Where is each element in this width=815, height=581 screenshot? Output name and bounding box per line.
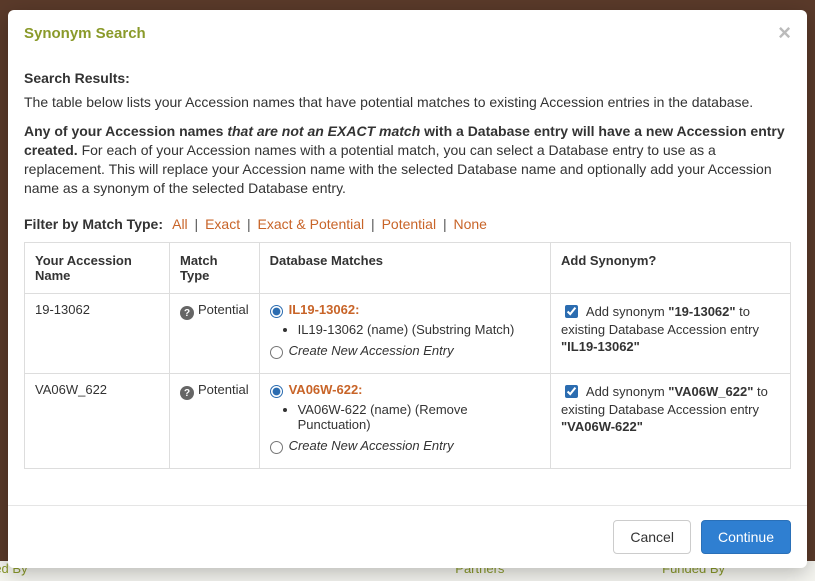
match-type-cell: ? Potential [170,373,260,468]
syn-db-name: "VA06W-622" [561,419,643,434]
filter-by-match-type: Filter by Match Type: All | Exact | Exac… [24,216,791,232]
col-your-accession-name: Your Accession Name [25,242,170,293]
col-match-type: Match Type [170,242,260,293]
match-detail-item: IL19-13062 (name) (Substring Match) [298,322,540,337]
table-row: 19-13062 ? Potential IL19-13062: IL19-130… [25,293,791,373]
syn-prefix: Add synonym [586,304,668,319]
add-synonym-cell: Add synonym "VA06W_622" to existing Data… [551,373,791,468]
filter-option-all[interactable]: All [172,216,188,232]
database-matches-cell: IL19-13062: IL19-13062 (name) (Substring… [259,293,550,373]
filter-option-exact[interactable]: Exact [205,216,240,232]
match-type-cell: ? Potential [170,293,260,373]
warning-emphasis: that are not an EXACT match [227,123,420,139]
close-icon[interactable]: × [778,22,791,44]
create-new-radio[interactable] [270,346,283,359]
question-icon: ? [180,306,194,320]
search-results-heading: Search Results: [24,70,791,86]
filter-option-potential[interactable]: Potential [382,216,436,232]
modal-title: Synonym Search [24,25,146,42]
match-detail-item: VA06W-622 (name) (Remove Punctuation) [298,402,540,432]
add-synonym-cell: Add synonym "19-13062" to existing Datab… [551,293,791,373]
cancel-button[interactable]: Cancel [613,520,691,554]
modal-header: Synonym Search × [8,10,807,54]
match-detail-list: VA06W-622 (name) (Remove Punctuation) [270,402,540,432]
match-detail-list: IL19-13062 (name) (Substring Match) [270,322,540,337]
create-new-label: Create New Accession Entry [289,438,454,453]
filter-option-none[interactable]: None [453,216,486,232]
match-type-text: Potential [198,302,249,317]
syn-your-name: "VA06W_622" [668,384,753,399]
match-type-text: Potential [198,382,249,397]
question-icon: ? [180,386,194,400]
search-results-warning: Any of your Accession names that are not… [24,122,791,198]
create-new-label: Create New Accession Entry [289,343,454,358]
add-synonym-checkbox[interactable] [565,305,578,318]
col-add-synonym: Add Synonym? [551,242,791,293]
syn-prefix: Add synonym [586,384,668,399]
syn-your-name: "19-13062" [668,304,735,319]
create-new-radio[interactable] [270,441,283,454]
continue-button[interactable]: Continue [701,520,791,554]
filter-label: Filter by Match Type: [24,216,163,232]
your-accession-name-cell: 19-13062 [25,293,170,373]
database-matches-cell: VA06W-622: VA06W-622 (name) (Remove Punc… [259,373,550,468]
warning-lead: Any of your Accession names [24,123,227,139]
filter-option-exact-potential[interactable]: Exact & Potential [258,216,365,232]
modal-body: Search Results: The table below lists yo… [8,54,807,505]
your-accession-name-cell: VA06W_622 [25,373,170,468]
matches-table: Your Accession Name Match Type Database … [24,242,791,469]
add-synonym-checkbox[interactable] [565,385,578,398]
search-results-description: The table below lists your Accession nam… [24,94,791,110]
match-name-link[interactable]: VA06W-622: [289,382,363,397]
col-database-matches: Database Matches [259,242,550,293]
match-radio[interactable] [270,385,283,398]
table-row: VA06W_622 ? Potential VA06W-622: VA06W-62… [25,373,791,468]
synonym-search-modal: Synonym Search × Search Results: The tab… [8,10,807,568]
warning-rest: For each of your Accession names with a … [24,142,772,196]
syn-db-name: "IL19-13062" [561,339,640,354]
modal-footer: Cancel Continue [8,505,807,568]
table-header-row: Your Accession Name Match Type Database … [25,242,791,293]
match-name-link[interactable]: IL19-13062: [289,302,360,317]
match-radio[interactable] [270,305,283,318]
